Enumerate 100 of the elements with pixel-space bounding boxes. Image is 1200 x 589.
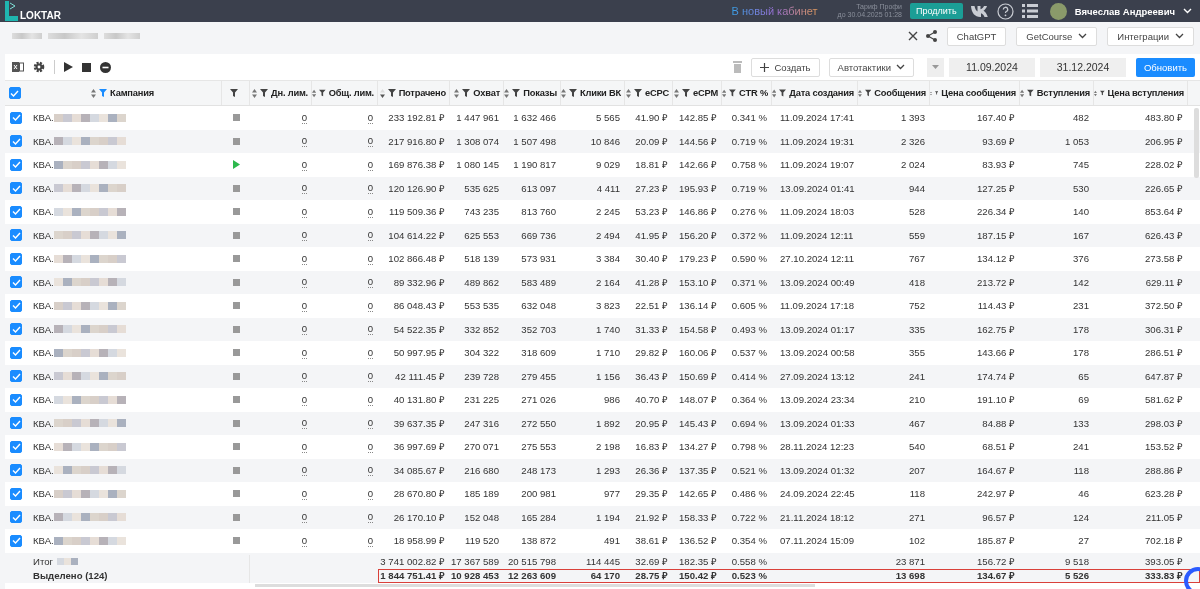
column-header[interactable]: Дата создания [772, 81, 858, 105]
dropdown-button[interactable]: GetCourse [1016, 26, 1098, 46]
sort-icon[interactable] [379, 88, 385, 98]
row-checkbox[interactable] [10, 182, 22, 195]
limit-value[interactable]: 0 [367, 158, 373, 171]
row-checkbox[interactable] [10, 487, 22, 500]
row-checkbox[interactable] [10, 393, 22, 406]
campaign-name[interactable]: КВА. [33, 464, 54, 476]
campaign-name[interactable]: КВА. [33, 300, 54, 312]
user-name[interactable]: Вячеслав Андреевич [1074, 5, 1175, 17]
autotactics-dropdown[interactable]: Автотактики [828, 57, 914, 77]
column-header[interactable]: Клики ВК [561, 81, 625, 105]
limit-value[interactable]: 0 [367, 111, 373, 124]
limit-value[interactable]: 0 [301, 135, 307, 148]
sort-icon[interactable] [1094, 88, 1097, 98]
filter-icon[interactable] [462, 89, 471, 97]
row-checkbox[interactable] [10, 111, 22, 124]
chatgpt-button[interactable]: ChatGPT [946, 26, 1007, 46]
table-row[interactable]: КВА. 0 0 120 126.90 ₽ 535 625 613 097 4 411 27.23 ₽ 195.93 ₽ 0.719 % 13.09.2024 01:41 944 127.25 ₽ 530 226.65 ₽ [5, 176, 1200, 200]
help-icon[interactable] [996, 2, 1014, 20]
sort-icon[interactable] [454, 88, 460, 98]
limit-value[interactable]: 0 [367, 511, 373, 524]
campaign-name[interactable]: КВА. [33, 229, 54, 241]
stop-icon[interactable] [82, 62, 91, 72]
campaign-name[interactable]: КВА. [33, 276, 54, 288]
filter-icon[interactable] [512, 89, 521, 97]
period-dropdown[interactable] [927, 57, 944, 77]
limit-value[interactable]: 0 [301, 534, 307, 547]
campaign-name[interactable]: КВА. [33, 394, 54, 406]
vertical-scrollbar[interactable] [1194, 108, 1199, 178]
sort-icon[interactable] [561, 88, 566, 98]
filter-icon[interactable] [1027, 89, 1034, 97]
filter-icon[interactable] [1099, 89, 1105, 97]
filter-icon[interactable] [230, 89, 238, 97]
table-row[interactable]: КВА. 0 0 42 111.45 ₽ 239 728 279 455 1 156 36.43 ₽ 150.69 ₽ 0.414 % 27.09.2024 13:12 241 174.74 ₽ 65 647.87 ₽ [5, 364, 1200, 388]
filter-icon[interactable] [260, 89, 269, 97]
limit-value[interactable]: 0 [301, 252, 307, 265]
limit-value[interactable]: 0 [301, 111, 307, 124]
column-header[interactable]: Общ. лим. [312, 81, 378, 105]
row-checkbox[interactable] [10, 229, 22, 242]
limit-value[interactable]: 0 [367, 299, 373, 312]
new-cabinet-link[interactable]: В новый кабинет [731, 5, 818, 17]
campaign-name[interactable]: КВА. [33, 511, 54, 523]
limit-value[interactable]: 0 [367, 276, 373, 289]
dropdown-button[interactable]: Интеграции [1107, 26, 1194, 46]
table-row[interactable]: КВА. 0 0 89 332.96 ₽ 489 862 583 489 2 164 41.28 ₽ 153.10 ₽ 0.371 % 13.09.2024 00:49 418 213.72 ₽ 142 629.11 ₽ [5, 270, 1200, 294]
limit-value[interactable]: 0 [301, 182, 307, 195]
limit-value[interactable]: 0 [367, 182, 373, 195]
excel-icon[interactable] [12, 61, 24, 73]
limit-value[interactable]: 0 [301, 464, 307, 477]
column-header[interactable]: Дн. лим. [250, 81, 312, 105]
column-header[interactable]: Вступления [1020, 81, 1094, 105]
filter-icon[interactable] [729, 89, 737, 97]
sort-icon[interactable] [772, 88, 777, 98]
table-row[interactable]: КВА. 0 0 217 916.80 ₽ 1 308 074 1 507 498 10 846 20.09 ₽ 144.56 ₽ 0.719 % 11.09.2024 19:31 2 326 93.69 ₽ 1 053 206.95 ₽ [5, 129, 1200, 153]
limit-value[interactable]: 0 [301, 511, 307, 524]
limit-value[interactable]: 0 [367, 440, 373, 453]
filter-icon[interactable] [935, 89, 939, 97]
limit-value[interactable]: 0 [301, 323, 307, 336]
column-header[interactable]: Показы [504, 81, 561, 105]
row-checkbox[interactable] [10, 205, 22, 218]
column-header[interactable]: eCPC [625, 81, 673, 105]
table-row[interactable]: КВА. 0 0 104 614.22 ₽ 625 553 669 736 2 494 41.95 ₽ 156.20 ₽ 0.372 % 11.09.2024 12:11 559 187.15 ₽ 167 626.43 ₽ [5, 223, 1200, 247]
settings-icon[interactable] [33, 61, 45, 73]
vk-icon[interactable] [970, 5, 989, 17]
limit-value[interactable]: 0 [367, 252, 373, 265]
limit-value[interactable]: 0 [367, 534, 373, 547]
limit-value[interactable]: 0 [367, 323, 373, 336]
close-icon[interactable] [907, 31, 918, 41]
limit-value[interactable]: 0 [367, 464, 373, 477]
column-header[interactable]: Охват [450, 81, 504, 105]
sort-icon[interactable] [722, 88, 727, 98]
limit-value[interactable]: 0 [367, 370, 373, 383]
sort-icon[interactable] [1020, 88, 1025, 98]
sort-icon[interactable] [858, 88, 862, 98]
limit-value[interactable]: 0 [301, 299, 307, 312]
limit-value[interactable]: 0 [301, 440, 307, 453]
limit-value[interactable]: 0 [301, 370, 307, 383]
table-row[interactable]: КВА. 0 0 54 522.35 ₽ 332 852 352 703 1 740 31.33 ₽ 154.58 ₽ 0.493 % 13.09.2024 01:17 335 162.75 ₽ 178 306.31 ₽ [5, 317, 1200, 341]
play-icon[interactable] [64, 62, 73, 72]
limit-value[interactable]: 0 [301, 346, 307, 359]
row-checkbox[interactable] [10, 299, 22, 312]
row-checkbox[interactable] [10, 464, 22, 477]
row-checkbox[interactable] [10, 534, 22, 547]
row-checkbox[interactable] [10, 440, 22, 453]
table-row[interactable]: КВА. 0 0 26 170.10 ₽ 152 048 165 284 1 194 21.92 ₽ 158.33 ₽ 0.722 % 21.11.2024 18:12 271 96.57 ₽ 124 211.05 ₽ [5, 505, 1200, 529]
menu-icon[interactable] [1021, 4, 1038, 18]
limit-value[interactable]: 0 [301, 393, 307, 406]
limit-value[interactable]: 0 [367, 135, 373, 148]
column-header[interactable]: Потрачено [378, 81, 450, 105]
filter-icon[interactable] [319, 89, 326, 97]
campaign-name[interactable]: КВА. [33, 112, 54, 124]
row-checkbox[interactable] [10, 276, 22, 289]
date-to-field[interactable]: 31.12.2024 [1040, 57, 1126, 77]
share-icon[interactable] [925, 30, 937, 42]
row-checkbox[interactable] [10, 323, 22, 336]
campaign-name[interactable]: КВА. [33, 206, 54, 218]
row-checkbox[interactable] [10, 135, 22, 148]
caret-icon[interactable] [1183, 8, 1192, 14]
create-button[interactable]: Создать [751, 57, 820, 77]
